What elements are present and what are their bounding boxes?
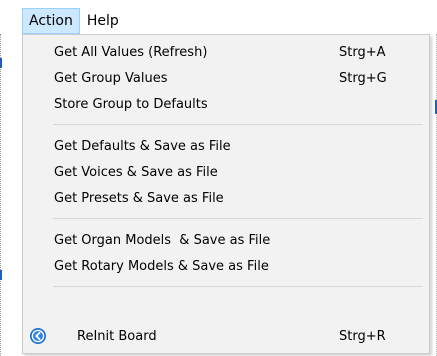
menu-help-label: Help [86, 13, 119, 29]
menu-item-get-all-values[interactable]: Get All Values (Refresh) Strg+A [23, 39, 429, 65]
menu-help[interactable]: Help [80, 8, 126, 34]
menu-separator [53, 124, 423, 125]
menu-item-shortcut: Strg+R [339, 328, 386, 344]
menu-item-get-voices-save[interactable]: Get Voices & Save as File [23, 159, 429, 185]
app-window: Action Help Get All Values (Refresh) Str… [0, 0, 437, 356]
menu-item-label: Get Voices & Save as File [54, 164, 218, 180]
menu-item-shortcut: Strg+G [339, 70, 387, 86]
menu-item-label: Get Group Values [54, 70, 168, 86]
background-window-accent [0, 58, 2, 68]
background-window-edge [0, 34, 3, 356]
menu-bar: Action Help [22, 8, 126, 34]
menu-item-label: Get Defaults & Save as File [54, 138, 231, 154]
action-menu-dropdown: Get All Values (Refresh) Strg+A Get Grou… [22, 34, 430, 354]
menu-item-label: Store Group to Defaults [54, 96, 208, 112]
menu-item-get-group-values[interactable]: Get Group Values Strg+G [23, 65, 429, 91]
menu-item-get-rotary-models-save[interactable]: Get Rotary Models & Save as File [23, 253, 429, 279]
menu-item-get-organ-models-save[interactable]: Get Organ Models & Save as File [23, 227, 429, 253]
menu-action-label: Action [29, 13, 73, 29]
menu-item-label: Get Presets & Save as File [54, 190, 224, 206]
menu-item-label: Get Organ Models & Save as File [54, 232, 271, 248]
menu-action[interactable]: Action [22, 8, 80, 34]
menu-separator [53, 286, 423, 287]
menu-separator [53, 218, 423, 219]
background-window-accent [0, 270, 2, 280]
reinit-icon [29, 327, 47, 345]
menu-item-reinit-board[interactable]: ReInit Board Strg+R [23, 323, 429, 349]
menu-item-get-defaults-save[interactable]: Get Defaults & Save as File [23, 133, 429, 159]
menu-item-get-presets-save[interactable]: Get Presets & Save as File [23, 185, 429, 211]
menu-item-label: ReInit Board [77, 328, 157, 344]
menu-item-store-group-to-defaults[interactable]: Store Group to Defaults [23, 91, 429, 117]
menu-item-label: Get All Values (Refresh) [54, 44, 208, 60]
menu-item-shortcut: Strg+A [339, 44, 386, 60]
menu-item-label: Get Rotary Models & Save as File [54, 258, 269, 274]
